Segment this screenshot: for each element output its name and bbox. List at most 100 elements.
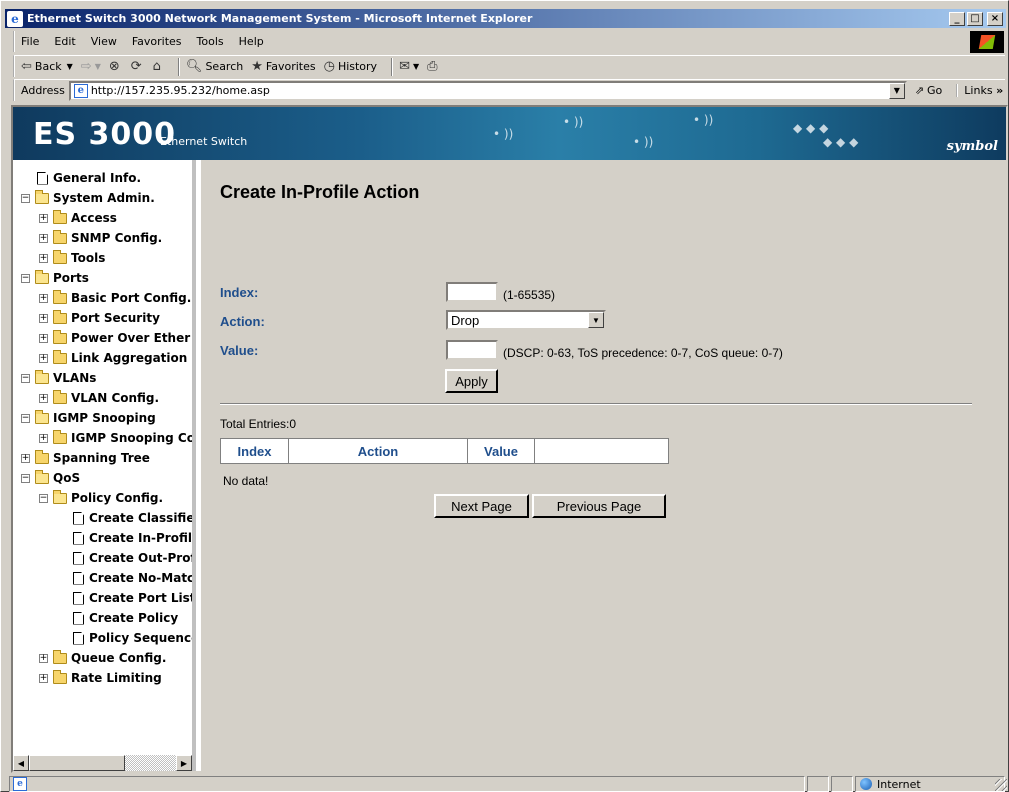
apply-button[interactable]: Apply xyxy=(445,369,498,393)
status-panel xyxy=(807,776,829,792)
scroll-left-arrow-icon[interactable]: ◀ xyxy=(13,755,29,771)
resize-grip[interactable] xyxy=(995,779,1007,791)
expand-icon[interactable]: + xyxy=(39,313,48,323)
tree-item[interactable]: + Power Over Ether xyxy=(39,328,190,348)
tree-item-label: Create Port List xyxy=(89,591,196,605)
links-button[interactable]: Links » xyxy=(956,84,1003,97)
tree-horizontal-scrollbar[interactable]: ◀ ▶ xyxy=(13,755,192,771)
tree-item[interactable]: Policy Sequence xyxy=(73,628,192,648)
tree-item[interactable]: + Tools xyxy=(39,248,105,268)
tree-item[interactable]: Create In-Profil xyxy=(73,528,192,548)
column-header-blank xyxy=(535,439,668,463)
menu-edit[interactable]: Edit xyxy=(54,35,75,48)
tree-item[interactable]: Create No-Matc xyxy=(73,568,192,588)
close-button[interactable]: × xyxy=(987,11,1003,26)
divider xyxy=(220,403,972,405)
tree-item[interactable]: + SNMP Config. xyxy=(39,228,162,248)
expand-icon[interactable]: + xyxy=(39,653,48,663)
chevron-down-icon[interactable]: ▼ xyxy=(588,312,604,328)
menu-file[interactable]: File xyxy=(21,35,39,48)
next-page-button[interactable]: Next Page xyxy=(434,494,529,518)
back-button[interactable]: ⇦ Back ▼ xyxy=(21,59,73,74)
tree-item-label: Ports xyxy=(53,271,89,285)
tree-item-label: Create Policy xyxy=(89,611,179,625)
column-header-value: Value xyxy=(468,439,535,463)
tree-item[interactable]: Create Port List xyxy=(73,588,196,608)
tree-item[interactable]: General Info. xyxy=(37,168,141,188)
collapse-icon[interactable]: − xyxy=(21,193,30,203)
expand-icon[interactable]: + xyxy=(39,353,48,363)
collapse-icon[interactable]: − xyxy=(21,373,30,383)
expand-icon[interactable]: + xyxy=(39,233,48,243)
search-icon: 🔍︎ xyxy=(185,59,203,74)
refresh-button[interactable]: ⟳ xyxy=(131,59,145,74)
home-button[interactable]: ⌂ xyxy=(153,59,164,74)
value-input[interactable] xyxy=(446,340,498,360)
mail-button[interactable]: ✉ ▼ xyxy=(399,59,419,74)
tree-item[interactable]: − VLANs xyxy=(21,368,96,388)
minimize-button[interactable]: _ xyxy=(949,11,965,26)
tree-item[interactable]: + Queue Config. xyxy=(39,648,166,668)
page-icon: e xyxy=(73,83,88,98)
tree-item-label: Spanning Tree xyxy=(53,451,150,465)
stop-button[interactable]: ⊗ xyxy=(109,59,123,74)
expand-icon[interactable]: + xyxy=(21,453,30,463)
action-select[interactable]: Drop ▼ xyxy=(446,310,606,330)
expand-icon[interactable]: + xyxy=(39,293,48,303)
tree-item[interactable]: + Access xyxy=(39,208,117,228)
expand-icon[interactable]: + xyxy=(39,393,48,403)
browser-viewport: • )) • )) • )) • )) ◆ ◆ ◆ ◆ ◆ ◆ ES 3000 … xyxy=(11,105,1008,773)
value-label: Value: xyxy=(220,343,259,358)
tree-item[interactable]: + VLAN Config. xyxy=(39,388,159,408)
scroll-track[interactable] xyxy=(125,755,176,771)
tree-item[interactable]: − Policy Config. xyxy=(39,488,163,508)
back-label: Back xyxy=(34,60,62,73)
expand-icon[interactable]: + xyxy=(39,253,48,263)
menu-favorites[interactable]: Favorites xyxy=(132,35,182,48)
tree-item[interactable]: − IGMP Snooping xyxy=(21,408,156,428)
expand-icon[interactable]: + xyxy=(39,213,48,223)
tree-item[interactable]: Create Out-Prof xyxy=(73,548,192,568)
collapse-icon[interactable]: − xyxy=(21,273,30,283)
tree-item[interactable]: + Basic Port Config. xyxy=(39,288,191,308)
search-button[interactable]: 🔍︎ Search xyxy=(186,59,243,74)
tree-item[interactable]: + Link Aggregation xyxy=(39,348,187,368)
address-dropdown[interactable]: ▼ xyxy=(888,82,905,99)
tree-item[interactable]: + Port Security xyxy=(39,308,160,328)
ie-icon: e xyxy=(7,10,23,27)
tree-item[interactable]: Create Policy xyxy=(73,608,178,628)
tree-item[interactable]: − QoS xyxy=(21,468,80,488)
menu-tools[interactable]: Tools xyxy=(197,35,224,48)
windows-logo-icon xyxy=(970,31,1004,53)
menu-view[interactable]: View xyxy=(91,35,117,48)
forward-button[interactable]: ⇨ ▼ xyxy=(81,59,101,74)
index-input[interactable] xyxy=(446,282,498,302)
print-button[interactable]: ⎙ xyxy=(427,59,440,74)
go-button[interactable]: ⇗ Go xyxy=(915,84,942,97)
collapse-icon[interactable]: − xyxy=(21,473,30,483)
collapse-icon[interactable]: − xyxy=(21,413,30,423)
tree-item-label: Create Classifie xyxy=(89,511,195,525)
expand-icon[interactable]: + xyxy=(39,673,48,683)
favorites-button[interactable]: ★ Favorites xyxy=(251,59,315,74)
tree-item[interactable]: Create Classifie xyxy=(73,508,195,528)
tree-item[interactable]: + IGMP Snooping Co xyxy=(39,428,192,448)
scroll-right-arrow-icon[interactable]: ▶ xyxy=(176,755,192,771)
expand-icon[interactable]: + xyxy=(39,433,48,443)
menu-help[interactable]: Help xyxy=(239,35,264,48)
tree-item[interactable]: − System Admin. xyxy=(21,188,155,208)
status-text-panel: e xyxy=(9,776,805,792)
browser-window: e Ethernet Switch 3000 Network Managemen… xyxy=(0,0,1009,792)
tree-item[interactable]: − Ports xyxy=(21,268,89,288)
scroll-thumb[interactable] xyxy=(29,755,125,771)
navigation-tree: ◀ ▶ General Info. − System Admin. + Access + S… xyxy=(13,160,196,771)
tree-item[interactable]: + Spanning Tree xyxy=(21,448,150,468)
folder-icon xyxy=(53,649,67,664)
collapse-icon[interactable]: − xyxy=(39,493,48,503)
previous-page-button[interactable]: Previous Page xyxy=(532,494,666,518)
maximize-button[interactable]: □ xyxy=(967,11,983,26)
history-button[interactable]: ◷ History xyxy=(324,59,377,74)
expand-icon[interactable]: + xyxy=(39,333,48,343)
tree-item[interactable]: + Rate Limiting xyxy=(39,668,162,688)
address-input[interactable]: e http://157.235.95.232/home.asp ▼ xyxy=(68,80,907,101)
